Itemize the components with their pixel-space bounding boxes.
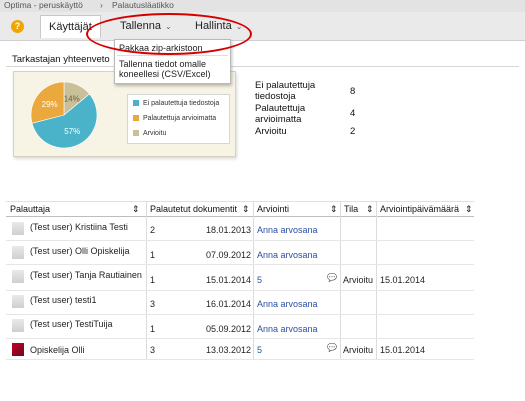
pie-slice-label: 14%	[64, 95, 80, 104]
pie-chart: 14% 57% 29%	[30, 81, 98, 149]
avatar	[12, 270, 24, 283]
column-header-label: Arviointipäivämäärä	[380, 204, 460, 214]
legend-swatch	[133, 100, 139, 107]
save-csv-item-line2[interactable]: koneellesi (CSV/Excel)	[119, 69, 211, 79]
legend-label: Ei palautettuja tiedostoja	[143, 100, 220, 107]
row-doc-count: 3	[150, 345, 156, 355]
stat-value-not-returned: 8	[350, 86, 356, 97]
legend-item-assessed: Arvioitu	[133, 130, 166, 137]
column-header-palauttaja[interactable]: Palauttaja	[10, 202, 50, 216]
sort-icon[interactable]: ⇕	[366, 202, 374, 216]
column-divider	[376, 201, 377, 359]
column-header-label: Palautetut dokumentit	[150, 204, 238, 214]
column-header-label: Palauttaja	[10, 204, 51, 214]
row-name[interactable]: (Test user) testi1	[30, 295, 97, 306]
row-doc-date: 16.01.2014	[206, 299, 252, 309]
breadcrumb-separator: ›	[100, 0, 103, 10]
comment-icon[interactable]: 💬	[327, 343, 337, 352]
legend-item-not-returned: Ei palautettuja tiedostoja	[133, 100, 219, 107]
sort-icon[interactable]: ⇕	[330, 202, 338, 216]
row-divider	[6, 290, 474, 291]
column-header-pvm[interactable]: Arviointipäivämäärä	[380, 202, 459, 216]
summary-title: Tarkastajan yhteenveto	[12, 54, 110, 65]
column-header-label: Tila	[344, 204, 359, 214]
breadcrumb-root[interactable]: Optima - peruskäyttö	[4, 0, 83, 10]
help-icon[interactable]: ?	[11, 20, 24, 33]
row-name[interactable]: (Test user) Tanja Rautiainen	[30, 270, 142, 281]
row-doc-count: 1	[150, 275, 156, 285]
highlight-circle	[86, 13, 252, 55]
row-divider	[6, 359, 474, 360]
row-name[interactable]: Opiskelija Olli	[30, 345, 85, 356]
legend-swatch	[133, 115, 139, 122]
give-grade-link[interactable]: Anna arvosana	[257, 299, 318, 310]
stat-label-line: Palautettuja	[255, 103, 306, 114]
column-header-tila[interactable]: Tila	[344, 202, 358, 216]
avatar	[12, 222, 24, 235]
row-divider	[6, 264, 474, 265]
avatar	[12, 295, 24, 308]
chart-legend: Ei palautettuja tiedostoja Palautettuja …	[127, 94, 230, 144]
row-assessment-date: 15.01.2014	[380, 275, 426, 285]
row-divider	[6, 314, 474, 315]
row-divider	[6, 338, 474, 339]
legend-label: Palautettuja arvioimatta	[143, 115, 217, 122]
row-doc-count: 1	[150, 250, 156, 260]
pie-slice-label: 29%	[42, 100, 58, 109]
stat-label-not-returned: Ei palautettuja tiedostoja	[255, 80, 315, 102]
stat-label-line: arvioimatta	[255, 114, 302, 125]
row-status: Arvioitu	[343, 345, 374, 355]
breadcrumb: Optima - peruskäyttö › Palautusläatikko	[0, 0, 525, 12]
stat-value-unassessed: 4	[350, 108, 356, 119]
stat-label-line: Ei palautettuja	[255, 80, 316, 91]
avatar	[12, 343, 24, 356]
stat-value-assessed: 2	[350, 126, 356, 137]
column-header-arviointi[interactable]: Arviointi	[257, 202, 289, 216]
row-doc-date: 05.09.2012	[206, 324, 252, 334]
pie-slice-label: 57%	[64, 127, 80, 136]
column-header-dokumentit[interactable]: Palautetut dokumentit	[150, 202, 237, 216]
legend-label: Arvioitu	[143, 130, 167, 137]
row-name[interactable]: (Test user) Kristiina Testi	[30, 222, 128, 233]
stat-label-unassessed: Palautettuja arvioimatta	[255, 103, 305, 125]
give-grade-link[interactable]: Anna arvosana	[257, 250, 318, 261]
sort-icon[interactable]: ⇕	[132, 202, 140, 216]
menu-bar: ? Käyttäjät Tallenna ⌄ Hallinta ⌄	[0, 12, 525, 41]
sort-icon[interactable]: ⇕	[465, 202, 473, 216]
table-header-divider	[6, 216, 474, 217]
row-doc-count: 2	[150, 225, 156, 235]
row-doc-count: 3	[150, 299, 156, 309]
grade-value-link[interactable]: 5	[257, 275, 262, 286]
row-status: Arvioitu	[343, 275, 374, 285]
stat-label-assessed: Arvioitu	[255, 126, 287, 137]
row-assessment-date: 15.01.2014	[380, 345, 426, 355]
row-doc-date: 15.01.2014	[206, 275, 252, 285]
give-grade-link[interactable]: Anna arvosana	[257, 324, 318, 335]
row-doc-date: 13.03.2012	[206, 345, 252, 355]
breadcrumb-current: Palautusläatikko	[112, 0, 174, 10]
summary-divider	[6, 66, 519, 67]
row-doc-date: 18.01.2013	[206, 225, 252, 235]
column-divider	[340, 201, 341, 359]
row-doc-count: 1	[150, 324, 156, 334]
row-divider	[6, 240, 474, 241]
stat-label-line: tiedostoja	[255, 91, 296, 102]
dropdown-divider	[117, 55, 228, 56]
legend-swatch	[133, 130, 139, 137]
column-divider	[146, 201, 147, 359]
save-csv-item-line1[interactable]: Tallenna tiedot omalle	[119, 59, 206, 69]
row-name[interactable]: (Test user) Olli Opiskelija	[30, 246, 130, 257]
row-name[interactable]: (Test user) TestiTuija	[30, 319, 113, 330]
grade-value-link[interactable]: 5	[257, 345, 262, 356]
column-header-label: Arviointi	[257, 204, 290, 214]
avatar	[12, 246, 24, 259]
column-divider	[253, 201, 254, 359]
comment-icon[interactable]: 💬	[327, 273, 337, 282]
sort-icon[interactable]: ⇕	[242, 202, 250, 216]
give-grade-link[interactable]: Anna arvosana	[257, 225, 318, 236]
row-doc-date: 07.09.2012	[206, 250, 252, 260]
avatar	[12, 319, 24, 332]
legend-item-unassessed: Palautettuja arvioimatta	[133, 115, 216, 122]
